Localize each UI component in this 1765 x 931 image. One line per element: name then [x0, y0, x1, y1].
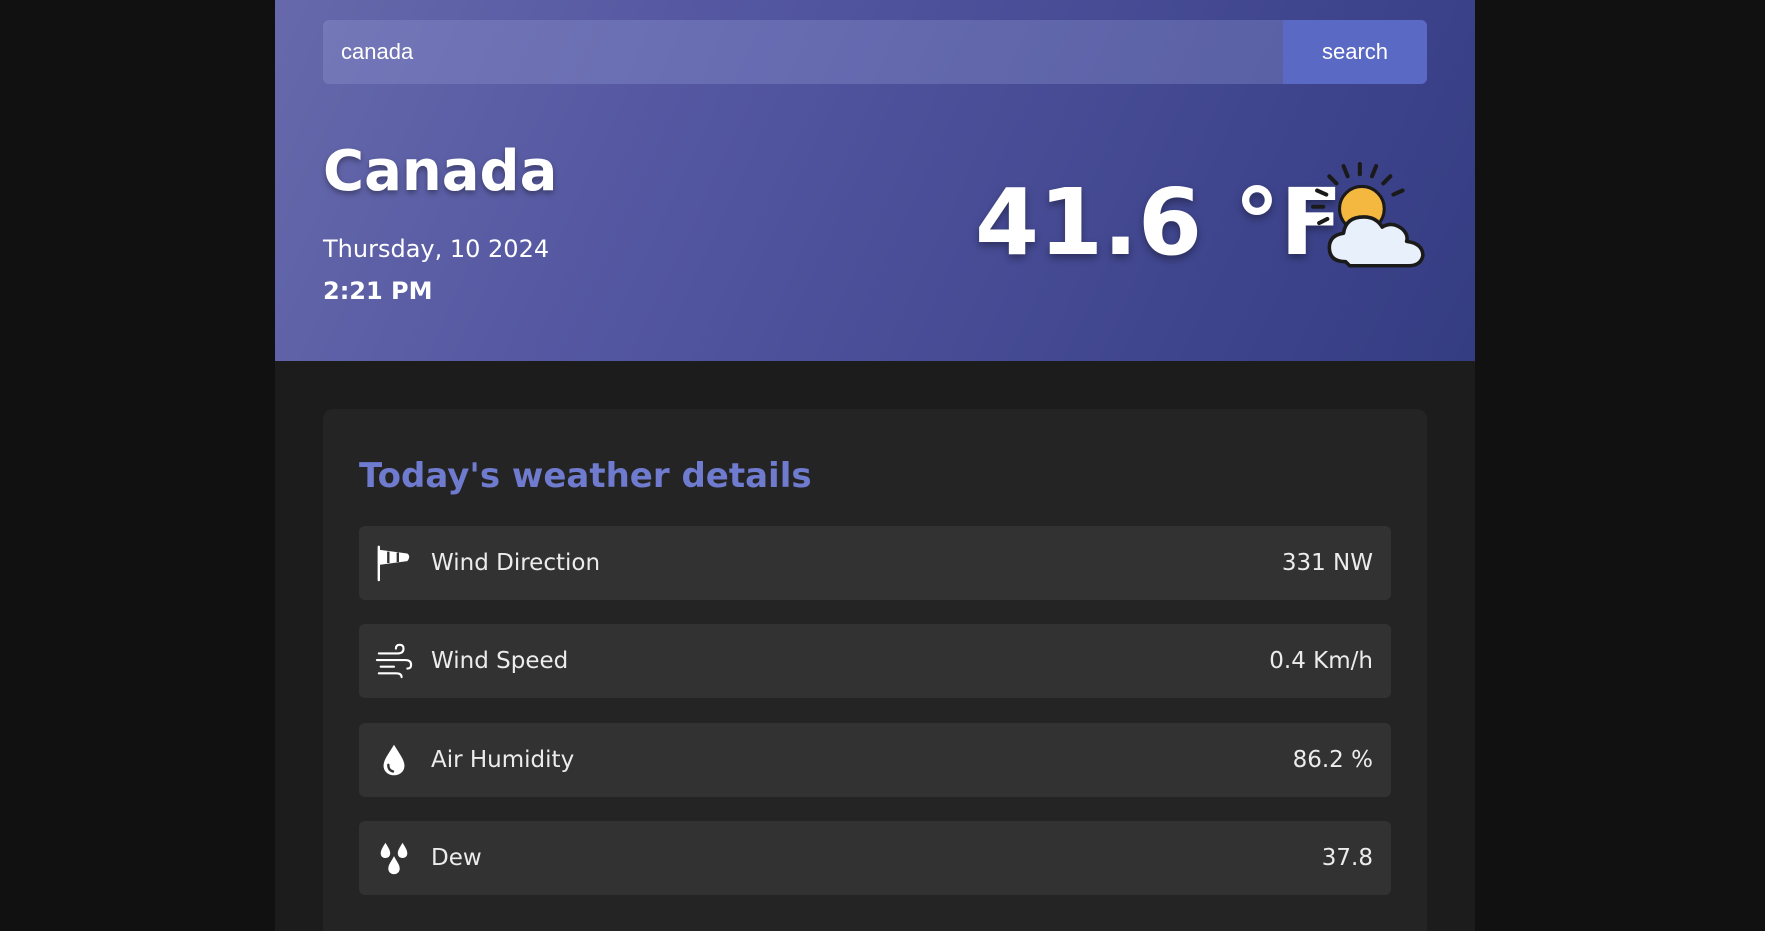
detail-row-air-humidity: Air Humidity 86.2 %: [359, 723, 1391, 797]
search-input[interactable]: [323, 20, 1283, 84]
wind-icon: [375, 643, 413, 679]
weather-details-card: Today's weather details Wind Direction 3…: [323, 409, 1427, 931]
detail-label: Wind Speed: [431, 648, 569, 674]
partly-cloudy-icon: [1311, 162, 1425, 268]
current-weather-header: search Canada Thursday, 10 2024 2:21 PM …: [275, 0, 1475, 361]
windsock-icon: [377, 545, 410, 582]
detail-value: 0.4 Km/h: [1269, 648, 1373, 674]
details-title: Today's weather details: [359, 456, 812, 496]
detail-row-wind-direction: Wind Direction 331 NW: [359, 526, 1391, 600]
weather-app: search Canada Thursday, 10 2024 2:21 PM …: [275, 0, 1475, 931]
detail-row-dew: Dew 37.8: [359, 821, 1391, 895]
detail-label: Air Humidity: [431, 747, 575, 773]
detail-row-wind-speed: Wind Speed 0.4 Km/h: [359, 624, 1391, 698]
city-name: Canada: [323, 139, 558, 204]
search-button[interactable]: search: [1283, 20, 1427, 84]
current-date: Thursday, 10 2024: [323, 235, 550, 263]
droplet-icon: [383, 744, 405, 776]
detail-value: 86.2 %: [1292, 747, 1373, 773]
detail-label: Dew: [431, 845, 482, 871]
detail-label: Wind Direction: [431, 550, 601, 576]
detail-value: 37.8: [1321, 845, 1373, 871]
search-bar: search: [323, 20, 1427, 84]
current-time: 2:21 PM: [323, 277, 433, 305]
drops-icon: [380, 842, 408, 875]
detail-value: 331 NW: [1281, 550, 1373, 576]
